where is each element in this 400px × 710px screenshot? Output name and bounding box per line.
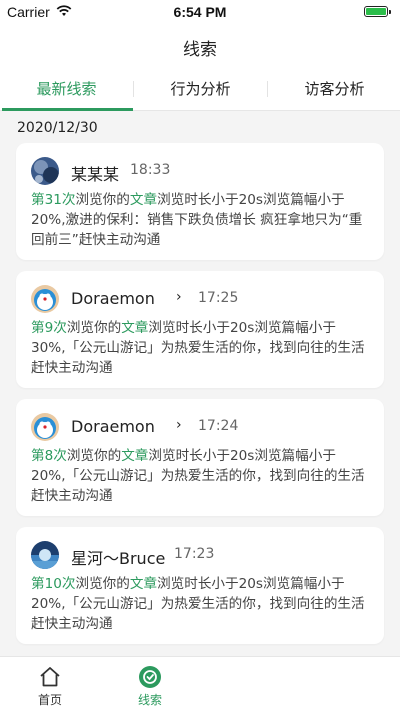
tabbar-label: 线索 [137, 693, 162, 707]
description-text: 浏览你的 [75, 576, 130, 592]
visit-count: 第9次 [31, 320, 67, 336]
status-bar: Carrier 6:54 PM [0, 0, 400, 24]
avatar [31, 285, 59, 313]
clue-description: 第10次浏览你的文章浏览时长小于20s浏览篇幅小于20%,「公元山游记」为热爱生… [31, 574, 366, 634]
avatar [31, 413, 59, 441]
page-title: 线索 [183, 40, 217, 60]
chevron-icon: › [176, 289, 182, 305]
clue-card[interactable]: 某某某 18:33 第31次浏览你的文章浏览时长小于20s浏览篇幅小于20%,激… [16, 143, 384, 260]
clue-description: 第31次浏览你的文章浏览时长小于20s浏览篇幅小于20%,激进的保利：销售下跌负… [31, 190, 366, 250]
clue-card[interactable]: 星河～Bruce 17:23 第10次浏览你的文章浏览时长小于20s浏览篇幅小于… [16, 527, 384, 644]
tab-latest-clues[interactable]: 最新线索 [0, 68, 133, 110]
visit-time: 18:33 [130, 162, 171, 178]
article-link[interactable]: 文章 [121, 448, 148, 464]
article-link[interactable]: 文章 [130, 192, 157, 208]
clue-description: 第8次浏览你的文章浏览时长小于20s浏览篇幅小于20%,「公元山游记」为热爱生活… [31, 446, 366, 506]
description-text: 浏览你的 [75, 192, 130, 208]
visit-count: 第31次 [31, 192, 76, 208]
visitor-name: Doraemon [71, 417, 155, 436]
visit-time: 17:25 [198, 290, 239, 306]
segment-tabs: 最新线索 行为分析 访客分析 [0, 68, 400, 111]
clue-icon [139, 666, 161, 688]
visitor-name: 星河～Bruce [71, 549, 166, 568]
visit-count: 第10次 [31, 576, 76, 592]
navigation-bar: 线索 [0, 24, 400, 68]
tabbar-item-clues[interactable]: 线索 [100, 657, 200, 710]
article-link[interactable]: 文章 [121, 320, 148, 336]
clue-card[interactable]: Doraemon › 17:25 第9次浏览你的文章浏览时长小于20s浏览篇幅小… [16, 271, 384, 388]
visitor-name: 某某某 [71, 165, 120, 184]
tabbar-item-home[interactable]: 首页 [0, 657, 100, 710]
battery-icon [364, 6, 391, 17]
visit-time: 17:24 [198, 418, 239, 434]
clue-description: 第9次浏览你的文章浏览时长小于20s浏览篇幅小于30%,「公元山游记」为热爱生活… [31, 318, 366, 378]
avatar [31, 157, 59, 185]
home-icon [40, 667, 60, 687]
article-link[interactable]: 文章 [130, 576, 157, 592]
visit-count: 第8次 [31, 448, 67, 464]
bottom-tab-bar: 首页 线索 [0, 656, 400, 710]
tab-behavior-analysis[interactable]: 行为分析 [134, 68, 267, 110]
tab-visitor-analysis[interactable]: 访客分析 [268, 68, 400, 110]
date-header: 2020/12/30 [17, 120, 98, 136]
description-text: 浏览你的 [66, 320, 122, 336]
tabbar-label: 首页 [37, 693, 62, 707]
active-tab-indicator [2, 108, 133, 111]
avatar [31, 541, 59, 569]
visitor-name: Doraemon [71, 289, 155, 308]
status-time: 6:54 PM [173, 4, 227, 20]
visit-time: 17:23 [174, 546, 215, 562]
chevron-icon: › [176, 417, 182, 433]
description-text: 浏览你的 [66, 448, 122, 464]
clue-card[interactable]: Doraemon › 17:24 第8次浏览你的文章浏览时长小于20s浏览篇幅小… [16, 399, 384, 516]
